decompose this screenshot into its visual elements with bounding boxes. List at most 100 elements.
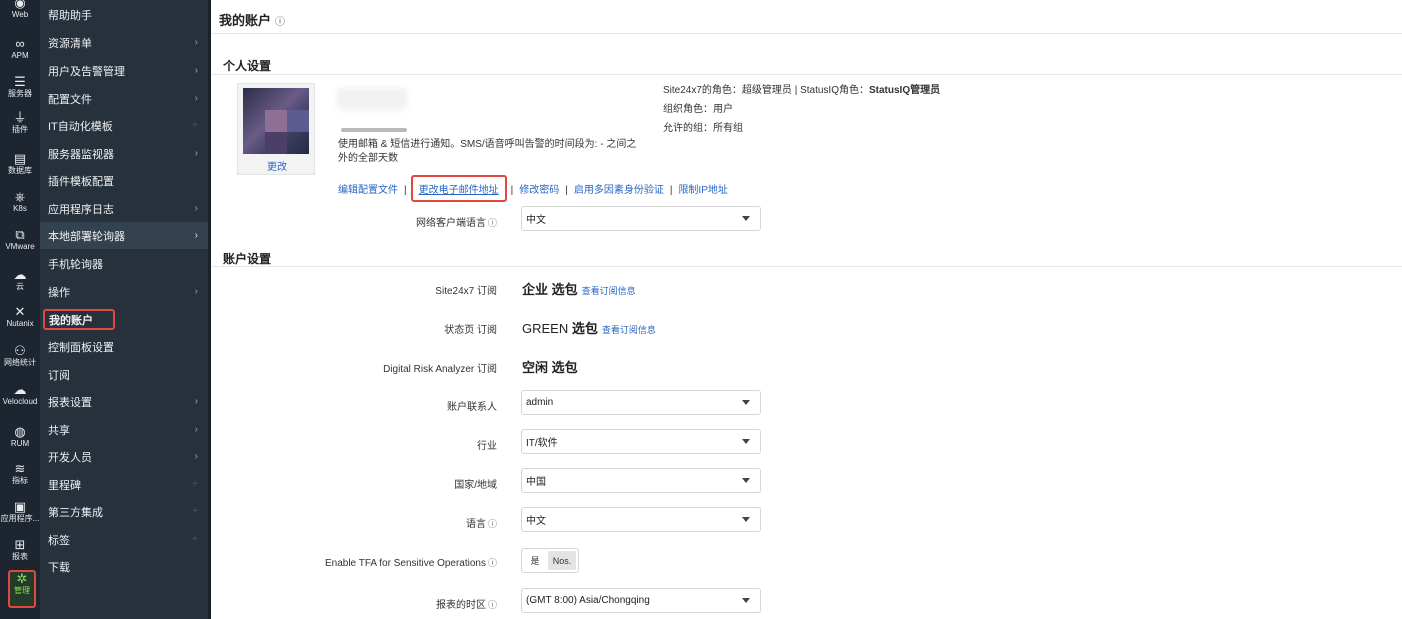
statusiq-role: StatusIQ管理员 — [868, 85, 941, 96]
nav-item-integrations[interactable]: 第三方集成 + — [40, 498, 208, 525]
nav-item-subscription[interactable]: 订阅 — [40, 361, 208, 388]
nav-item-milestones[interactable]: 里程碑 + — [40, 471, 208, 498]
plan-name: 空闲 — [522, 360, 549, 375]
change-password-link[interactable]: 修改密码 — [519, 185, 559, 196]
info-icon[interactable]: ⓘ — [275, 17, 285, 28]
nav-item-onprem-poller[interactable]: 本地部署轮询器 › — [40, 222, 208, 249]
rail-label: VMware — [5, 242, 35, 251]
nav-label: 配置文件 — [48, 93, 92, 106]
select-value: IT/软件 — [526, 438, 558, 449]
chevron-right-icon: › — [194, 286, 198, 297]
rail-label: Web — [11, 10, 29, 19]
nav-item-developers[interactable]: 开发人员 › — [40, 443, 208, 470]
nav-item-inventory[interactable]: 资源清单 › — [40, 29, 208, 56]
rail-item-app[interactable]: ▣ 应用程序... — [0, 500, 40, 534]
rail-item-vmware[interactable]: ⧉ VMware — [0, 228, 40, 262]
rail-item-plugin[interactable]: ⏚ 插件 — [0, 111, 40, 145]
nav-item-user-alert-mgmt[interactable]: 用户及告警管理 › — [40, 57, 208, 84]
account-contact-select[interactable]: admin — [521, 390, 761, 415]
nav-item-operations[interactable]: 操作 › — [40, 278, 208, 305]
rail-item-report[interactable]: ⊞ 报表 — [0, 538, 40, 572]
change-email-link[interactable]: 更改电子邮件地址 — [410, 175, 507, 202]
country-select[interactable]: 中国 — [521, 468, 761, 493]
profile-links: 编辑配置文件 | 更改电子邮件地址 | 修改密码 | 启用多因素身份验证 | 限制IP地址 — [338, 175, 728, 202]
rail-label: Nutanix — [6, 319, 34, 328]
industry-select[interactable]: IT/软件 — [521, 429, 761, 454]
tfa-no-option[interactable]: Nos. — [548, 551, 576, 570]
nav-item-plugin-template[interactable]: 插件模板配置 — [40, 167, 208, 194]
change-photo-link[interactable]: 更改 — [238, 158, 316, 173]
select-value: 中文 — [526, 516, 546, 527]
edit-profile-link[interactable]: 编辑配置文件 — [338, 185, 398, 196]
country-label: 国家/地域 — [454, 480, 497, 491]
nav-label: 用户及告警管理 — [48, 65, 125, 78]
info-icon[interactable]: ⓘ — [488, 519, 497, 529]
restrict-ip-link[interactable]: 限制IP地址 — [678, 185, 727, 196]
label-text: Enable TFA for Sensitive Operations — [324, 558, 486, 569]
nav-item-tags[interactable]: 标签 + — [40, 526, 208, 553]
chevron-right-icon: › — [194, 37, 198, 48]
label-text: 网络客户端语言 — [415, 218, 486, 229]
tfa-toggle[interactable]: 是 Nos. — [521, 548, 579, 573]
client-language-select[interactable]: 中文 — [521, 206, 761, 231]
plan-name: 企业 — [522, 282, 549, 297]
divider — [211, 33, 1402, 34]
rail-item-database[interactable]: ▤ 数据库 — [0, 152, 40, 186]
metrics-icon: ≋ — [14, 461, 26, 476]
nav-label: 标签 — [48, 534, 70, 547]
nav-item-report-settings[interactable]: 报表设置 › — [40, 388, 208, 415]
separator: | — [404, 185, 407, 196]
avatar — [243, 88, 309, 154]
nav-item-help-assistant[interactable]: 帮助助手 — [40, 1, 208, 28]
plus-icon[interactable]: + — [192, 479, 198, 490]
chevron-right-icon: › — [194, 148, 198, 159]
plan-suffix: 选包 — [551, 360, 578, 375]
plus-icon[interactable]: + — [192, 120, 198, 131]
nav-item-my-account[interactable]: 我的账户 — [43, 309, 115, 330]
kubernetes-icon: ⎈ — [14, 189, 26, 204]
dra-subscription-label: Digital Risk Analyzer 订阅 — [383, 364, 497, 375]
rail-item-cloud[interactable]: ☁ 云 — [0, 268, 40, 302]
nav-item-downloads[interactable]: 下载 — [40, 553, 208, 580]
tfa-yes-option[interactable]: 是 — [522, 554, 548, 567]
view-subscription-link[interactable]: 查看订阅信息 — [602, 325, 656, 335]
enable-mfa-link[interactable]: 启用多因素身份验证 — [574, 185, 664, 196]
network-icon: ⚇ — [14, 343, 26, 358]
globe-icon: ◉ — [14, 0, 26, 10]
nav-item-app-logs[interactable]: 应用程序日志 › — [40, 195, 208, 222]
rail-label: 指标 — [12, 476, 28, 485]
rail-item-nutanix[interactable]: ✕ Nutanix — [0, 305, 40, 339]
nav-item-dashboard-settings[interactable]: 控制面板设置 — [40, 333, 208, 360]
language-select[interactable]: 中文 — [521, 507, 761, 532]
plus-icon[interactable]: + — [192, 534, 198, 545]
plus-icon[interactable]: + — [192, 506, 198, 517]
nav-label: 帮助助手 — [48, 9, 92, 22]
nav-label: 控制面板设置 — [48, 341, 114, 354]
rail-label: 报表 — [12, 552, 28, 561]
info-icon[interactable]: ⓘ — [488, 218, 497, 228]
rail-item-rum[interactable]: ◍ RUM — [0, 425, 40, 459]
nav-item-mobile-poller[interactable]: 手机轮询器 — [40, 250, 208, 277]
nav-item-config-profiles[interactable]: 配置文件 › — [40, 85, 208, 112]
rail-item-metrics[interactable]: ≋ 指标 — [0, 462, 40, 496]
rail-item-admin[interactable]: ✲ 管理 — [8, 570, 36, 608]
chevron-right-icon: › — [194, 424, 198, 435]
nav-item-share[interactable]: 共享 › — [40, 416, 208, 443]
statuspage-plan: GREEN 选包 查看订阅信息 — [522, 318, 656, 337]
nav-item-it-automation[interactable]: IT自动化模板 + — [40, 112, 208, 139]
view-subscription-link[interactable]: 查看订阅信息 — [582, 286, 636, 296]
select-value: 中文 — [526, 215, 546, 226]
rail-item-network[interactable]: ⚇ 网络统计 — [0, 344, 40, 378]
rail-item-k8s[interactable]: ⎈ K8s — [0, 190, 40, 224]
report-timezone-select[interactable]: (GMT 8:00) Asia/Chongqing — [521, 588, 761, 613]
rail-item-apm[interactable]: ∞ APM — [0, 37, 40, 71]
info-icon[interactable]: ⓘ — [488, 558, 497, 568]
rail-item-velocloud[interactable]: ☁ Velocloud — [0, 383, 40, 417]
rail-item-web[interactable]: ◉ Web — [0, 0, 40, 30]
label-text: 报表的时区 — [435, 600, 486, 611]
nav-item-server-monitor[interactable]: 服务器监视器 › — [40, 140, 208, 167]
redacted-email — [341, 128, 407, 132]
info-icon[interactable]: ⓘ — [488, 600, 497, 610]
nav-label: 下载 — [48, 561, 70, 574]
rail-item-server[interactable]: ☰ 服务器 — [0, 75, 40, 109]
